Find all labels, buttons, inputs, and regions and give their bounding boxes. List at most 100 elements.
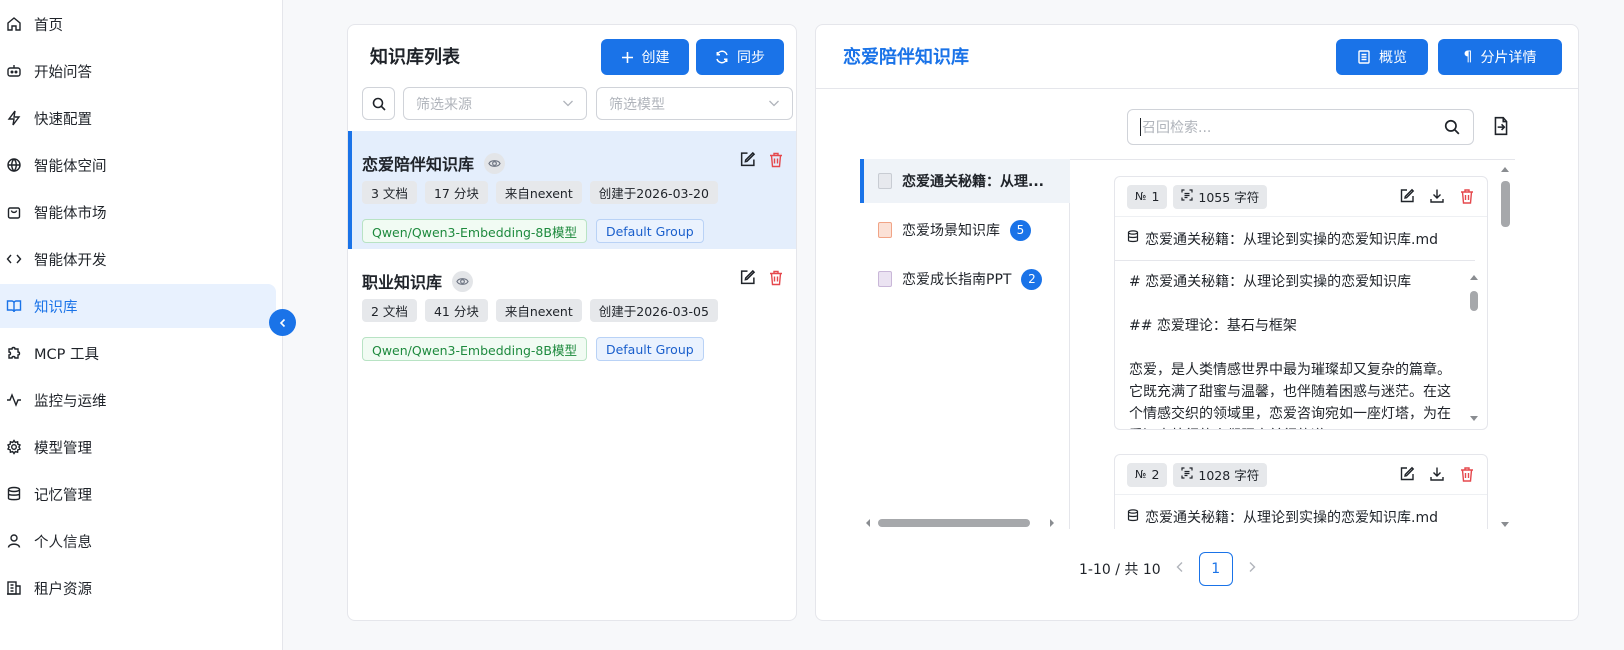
download-icon[interactable] — [1429, 188, 1445, 208]
activity-icon — [6, 392, 22, 408]
filter-model-select[interactable]: 筛选模型 — [596, 87, 793, 120]
kb-name-row: 恋爱陪伴知识库 — [362, 151, 506, 175]
excel-file-icon — [878, 222, 892, 238]
scrollbar-thumb[interactable] — [1470, 291, 1478, 311]
sidebar-item-memory-management[interactable]: 记忆管理 — [0, 472, 276, 516]
kb-name: 恋爱陪伴知识库 — [362, 155, 475, 174]
scrollbar-thumb[interactable] — [1501, 181, 1510, 227]
vertical-scrollbar[interactable] — [1499, 165, 1511, 530]
puzzle-icon — [6, 345, 22, 361]
sidebar-item-monitoring[interactable]: 监控与运维 — [0, 378, 276, 422]
chunk-count-tag: 41 分块 — [424, 299, 488, 322]
search-icon[interactable] — [1444, 119, 1460, 139]
chunk-count-badge: 5 — [1010, 219, 1031, 241]
chevron-down-icon — [768, 97, 780, 113]
document-item[interactable]: 恋爱场景知识库 5 — [860, 208, 1070, 252]
edit-icon[interactable] — [1399, 466, 1415, 486]
delete-icon[interactable] — [768, 151, 784, 172]
search-button[interactable] — [362, 87, 395, 120]
prev-page-icon[interactable] — [1175, 561, 1185, 577]
document-item[interactable]: 恋爱通关秘籍：从理... — [860, 159, 1070, 203]
sidebar-item-label: 智能体市场 — [34, 205, 107, 222]
chunk-number-tag: № 1 — [1127, 184, 1168, 209]
plus-icon — [621, 51, 634, 64]
database-icon — [1127, 230, 1139, 247]
recall-search-input[interactable]: 召回检索... — [1127, 109, 1474, 145]
bag-icon — [6, 204, 22, 220]
edit-icon[interactable] — [739, 269, 756, 290]
chunk-number: 1 — [1151, 189, 1160, 204]
document-item[interactable]: 恋爱成长指南PPT 2 — [860, 257, 1070, 301]
overview-button[interactable]: 概览 — [1336, 39, 1428, 75]
chunk-detail-button[interactable]: ¶ 分片详情 — [1438, 39, 1562, 75]
horizontal-scrollbar[interactable] — [860, 515, 1065, 529]
bolt-icon — [6, 110, 22, 126]
kb-list-panel: 知识库列表 创建 同步 筛选来源 筛选模型 恋爱陪伴知识库 3 文档 17 分块… — [347, 24, 797, 621]
filter-source-select[interactable]: 筛选来源 — [403, 87, 587, 120]
sidebar-item-knowledge-base[interactable]: 知识库 — [0, 284, 276, 328]
create-button-label: 创建 — [641, 50, 670, 66]
delete-icon[interactable] — [1459, 188, 1475, 208]
sidebar-item-mcp-tools[interactable]: MCP 工具 — [0, 331, 276, 375]
eye-icon[interactable] — [484, 152, 506, 174]
download-icon[interactable] — [1429, 466, 1445, 486]
gear-icon — [6, 439, 22, 455]
document-name: 恋爱成长指南PPT — [902, 272, 1012, 288]
sidebar-item-agent-market[interactable]: 智能体市场 — [0, 190, 276, 234]
card-actions — [739, 269, 784, 290]
building-icon — [6, 580, 22, 596]
doc-count-tag: 2 文档 — [362, 299, 417, 322]
numero-icon: № — [1135, 468, 1147, 481]
kb-name-row: 职业知识库 — [362, 269, 474, 293]
pilcrow-icon: ¶ — [1463, 49, 1473, 65]
kb-model-tags: Qwen/Qwen3-Embedding-8B模型 Default Group — [362, 219, 704, 243]
edit-icon[interactable] — [1399, 188, 1415, 208]
sidebar-item-quick-config[interactable]: 快速配置 — [0, 96, 276, 140]
chunk-scrollbar[interactable] — [1469, 273, 1479, 423]
delete-icon[interactable] — [768, 269, 784, 290]
scrollbar-thumb[interactable] — [878, 519, 1030, 527]
chunk-header: № 2 1028 字符 — [1115, 455, 1487, 495]
sync-button[interactable]: 同步 — [696, 39, 784, 75]
created-date-tag: 创建于2026-03-20 — [589, 181, 718, 204]
chunk-header: № 1 1055 字符 — [1115, 177, 1487, 217]
filter-model-placeholder: 筛选模型 — [609, 96, 665, 113]
ppt-file-icon — [878, 271, 892, 287]
sidebar-item-qa[interactable]: 开始问答 — [0, 49, 276, 93]
kb-card[interactable]: 职业知识库 2 文档 41 分块 来自nexent 创建于2026-03-05 … — [348, 249, 796, 367]
database-icon — [6, 486, 22, 502]
collapse-sidebar-button[interactable] — [269, 309, 296, 336]
next-page-icon[interactable] — [1247, 561, 1257, 577]
sidebar-item-model-management[interactable]: 模型管理 — [0, 425, 276, 469]
create-button[interactable]: 创建 — [601, 39, 689, 75]
edit-icon[interactable] — [739, 151, 756, 172]
sidebar-item-profile[interactable]: 个人信息 — [0, 519, 276, 563]
sidebar-item-label: 开始问答 — [34, 64, 92, 81]
eye-icon[interactable] — [452, 270, 474, 292]
bot-icon — [6, 63, 22, 79]
book-icon — [6, 298, 22, 314]
sidebar-item-label: 个人信息 — [34, 534, 92, 551]
chunk-card: № 1 1055 字符 恋爱通关秘籍：从理论到实操的恋爱知识库.md # 恋爱通… — [1114, 176, 1488, 430]
kb-card[interactable]: 恋爱陪伴知识库 3 文档 17 分块 来自nexent 创建于2026-03-2… — [348, 131, 796, 249]
sidebar-item-label: 租户资源 — [34, 581, 92, 598]
page-number-button[interactable]: 1 — [1198, 552, 1233, 586]
sidebar-item-agent-dev[interactable]: 智能体开发 — [0, 237, 276, 281]
overview-button-label: 概览 — [1379, 50, 1407, 66]
sidebar-item-tenant-resources[interactable]: 租户资源 — [0, 566, 276, 610]
chunk-char-count: 1055 字符 — [1198, 190, 1260, 205]
kb-list-title: 知识库列表 — [370, 47, 460, 68]
delete-icon[interactable] — [1459, 466, 1475, 486]
text-caret — [1140, 118, 1141, 136]
header-divider — [816, 88, 1578, 89]
code-icon — [6, 251, 22, 267]
sidebar-item-agent-space[interactable]: 智能体空间 — [0, 143, 276, 187]
chunk-source-file: 恋爱通关秘籍：从理论到实操的恋爱知识库.md — [1115, 217, 1475, 261]
chunk-content[interactable]: # 恋爱通关秘籍：从理论到实操的恋爱知识库 ## 恋爱理论：基石与框架 恋爱，是… — [1115, 261, 1487, 429]
export-icon[interactable] — [1492, 116, 1510, 140]
filter-source-placeholder: 筛选来源 — [416, 96, 472, 113]
sidebar-item-home[interactable]: 首页 — [0, 2, 276, 46]
globe-icon — [6, 157, 22, 173]
chunk-char-count: 1028 字符 — [1198, 468, 1260, 483]
numero-icon: № — [1135, 190, 1147, 203]
